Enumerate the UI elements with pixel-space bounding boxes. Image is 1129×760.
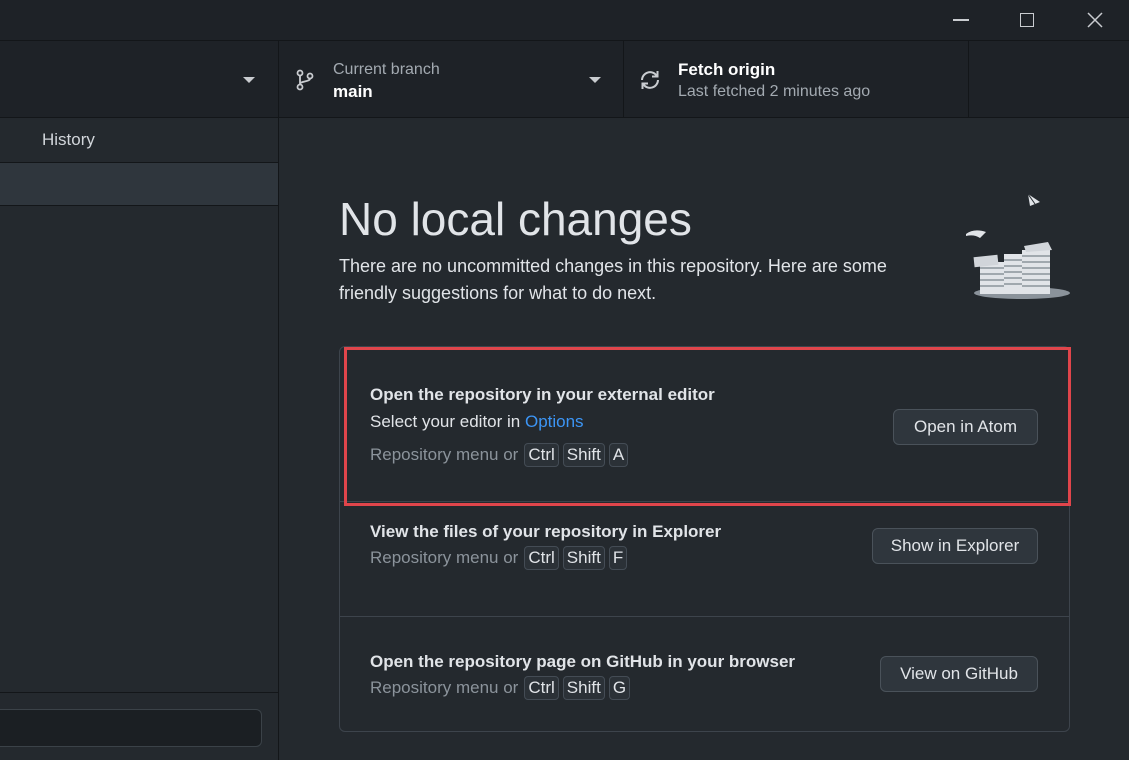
git-branch-icon	[296, 69, 314, 91]
repository-selector[interactable]	[0, 41, 279, 118]
sync-icon	[641, 71, 659, 89]
branch-name: main	[333, 82, 373, 101]
maximize-button[interactable]	[993, 0, 1061, 40]
maximize-icon	[1020, 13, 1034, 27]
fetch-text: Fetch origin Last fetched 2 minutes ago	[678, 59, 870, 103]
fetch-title: Fetch origin	[678, 60, 776, 79]
action-title: Open the repository page on GitHub in yo…	[370, 652, 796, 671]
close-icon	[1087, 12, 1103, 28]
chevron-down-icon	[589, 77, 601, 83]
key-letter: G	[608, 676, 631, 700]
page-title: No local changes	[339, 193, 692, 245]
branch-text: Current branch main	[333, 59, 440, 103]
action-show-in-explorer: View the files of your repository in Exp…	[340, 502, 1069, 617]
action-title: View the files of your repository in Exp…	[370, 522, 722, 541]
close-button[interactable]	[1061, 0, 1129, 40]
selected-list-item[interactable]	[0, 162, 278, 206]
minimize-button[interactable]	[927, 0, 995, 40]
key-shift: Shift	[562, 676, 605, 700]
branch-label: Current branch	[333, 61, 440, 78]
chevron-down-icon	[243, 77, 255, 83]
tab-history[interactable]: History	[42, 130, 95, 150]
minimize-icon	[953, 19, 969, 21]
title-bar	[0, 0, 1129, 40]
show-in-explorer-button[interactable]: Show in Explorer	[872, 528, 1038, 564]
sidebar-tabs: History	[0, 118, 278, 162]
branch-selector[interactable]: Current branch main	[279, 41, 624, 118]
fetch-origin-button[interactable]: Fetch origin Last fetched 2 minutes ago	[624, 41, 969, 118]
key-letter: F	[608, 546, 628, 570]
action-view-on-github: Open the repository page on GitHub in yo…	[340, 617, 1069, 731]
sidebar: History	[0, 118, 279, 760]
summary-input[interactable]	[0, 709, 262, 747]
key-ctrl: Ctrl	[524, 546, 559, 570]
keyboard-shortcut: Repository menu or Ctrl Shift F	[370, 546, 628, 570]
shortcut-prefix: Repository menu or	[370, 548, 519, 567]
key-ctrl: Ctrl	[524, 676, 559, 700]
highlight-box	[344, 347, 1071, 506]
page-description: There are no uncommitted changes in this…	[339, 256, 887, 303]
key-shift: Shift	[562, 546, 605, 570]
suggestions-panel: Open the repository in your external edi…	[339, 346, 1071, 732]
view-on-github-button[interactable]: View on GitHub	[880, 656, 1038, 692]
fetch-subtitle: Last fetched 2 minutes ago	[678, 83, 871, 100]
main-content: No local changes There are no uncommitte…	[280, 118, 1129, 760]
toolbar: Current branch main Fetch origin Last fe…	[0, 40, 1129, 118]
paper-stacks-illustration	[966, 193, 1070, 299]
shortcut-prefix: Repository menu or	[370, 678, 519, 697]
keyboard-shortcut: Repository menu or Ctrl Shift G	[370, 676, 631, 700]
commit-area	[0, 692, 278, 760]
